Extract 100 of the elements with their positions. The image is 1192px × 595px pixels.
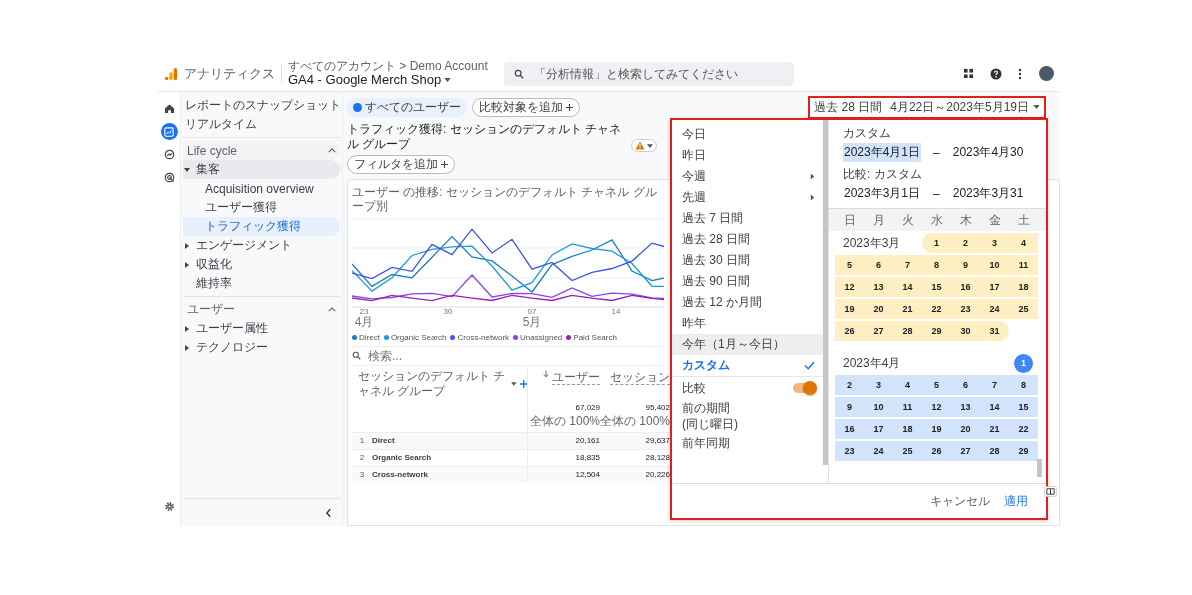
- apps-grid-icon[interactable]: [963, 68, 974, 79]
- column-header[interactable]: セッションのデフォルト チャネル グループ: [358, 369, 508, 399]
- reports-icon[interactable]: [160, 123, 178, 140]
- book-icon[interactable]: [1044, 486, 1057, 497]
- expand-arrow-icon[interactable]: [185, 242, 189, 249]
- sidebar-item[interactable]: 収益化: [196, 256, 232, 273]
- add-comparison-button[interactable]: 比較対象を追加: [472, 97, 580, 117]
- sidebar-item[interactable]: テクノロジー: [196, 339, 268, 356]
- expand-arrow-icon[interactable]: [184, 167, 190, 172]
- scrollbar[interactable]: [1037, 459, 1042, 477]
- sidebar-item[interactable]: レポートのスナップショット: [183, 96, 340, 115]
- calendar-day[interactable]: 27: [864, 321, 893, 341]
- calendar-day[interactable]: 1: [922, 233, 951, 253]
- calendar-day[interactable]: 16: [835, 419, 864, 439]
- calendar-day[interactable]: 3: [864, 375, 893, 395]
- calendar-day[interactable]: 24: [980, 299, 1009, 319]
- calendar-day[interactable]: 25: [893, 441, 922, 461]
- calendar-day[interactable]: 2: [835, 375, 864, 395]
- calendar-day[interactable]: 26: [922, 441, 951, 461]
- date-preset-item[interactable]: 過去 7 日間: [672, 208, 823, 229]
- calendar-day[interactable]: 29: [1009, 441, 1038, 461]
- calendar-day[interactable]: 19: [922, 419, 951, 439]
- calendar-day[interactable]: 11: [1009, 255, 1038, 275]
- calendar-day[interactable]: 22: [922, 299, 951, 319]
- calendar-day[interactable]: 14: [980, 397, 1009, 417]
- calendar-day[interactable]: 8: [922, 255, 951, 275]
- account-breadcrumb[interactable]: すべてのアカウント > Demo Account: [288, 59, 488, 73]
- calendar-day[interactable]: 14: [893, 277, 922, 297]
- date-preset-item[interactable]: 昨日: [672, 145, 823, 166]
- date-preset-item[interactable]: 今日: [672, 124, 823, 145]
- column-header[interactable]: ユーザー: [552, 369, 600, 386]
- calendar-day[interactable]: 24: [864, 441, 893, 461]
- calendar-day[interactable]: 28: [980, 441, 1009, 461]
- calendar-day[interactable]: 23: [951, 299, 980, 319]
- calendar-day[interactable]: 17: [864, 419, 893, 439]
- compare-toggle[interactable]: [793, 383, 815, 393]
- table-search-field[interactable]: 検索...: [366, 347, 490, 364]
- start-date-field[interactable]: 2023年3月1日: [843, 184, 922, 203]
- sidebar-section-header[interactable]: Life cycle: [183, 141, 340, 160]
- calendar-day[interactable]: 9: [835, 397, 864, 417]
- segment-chip[interactable]: すべてのユーザー: [347, 97, 467, 117]
- calendar-day[interactable]: 4: [1009, 233, 1038, 253]
- calendar-day[interactable]: 27: [951, 441, 980, 461]
- date-range-button[interactable]: 過去 28 日間 4月22日～2023年5月19日: [808, 95, 1046, 119]
- calendar-day[interactable]: 20: [864, 299, 893, 319]
- calendar-day[interactable]: 29: [922, 321, 951, 341]
- date-preset-item[interactable]: 過去 90 日間: [672, 271, 823, 292]
- date-preset-item[interactable]: 今週: [672, 166, 823, 187]
- add-dimension-icon[interactable]: [519, 379, 527, 388]
- calendar-day[interactable]: 15: [1009, 397, 1038, 417]
- calendar-day[interactable]: 11: [893, 397, 922, 417]
- calendar-day[interactable]: 2: [951, 233, 980, 253]
- date-preset-item[interactable]: 今年（1月～今日）: [672, 334, 823, 355]
- end-date-field[interactable]: 2023年4月30: [951, 143, 1025, 162]
- calendar-day[interactable]: 6: [951, 375, 980, 395]
- calendar-day[interactable]: 9: [951, 255, 980, 275]
- apply-button[interactable]: 適用: [1000, 489, 1032, 513]
- caret-icon[interactable]: [511, 381, 517, 386]
- calendar-day[interactable]: 22: [1009, 419, 1038, 439]
- date-preset-item[interactable]: 過去 30 日間: [672, 250, 823, 271]
- calendar-day[interactable]: 26: [835, 321, 864, 341]
- date-preset-item[interactable]: 先週: [672, 187, 823, 208]
- calendar-day[interactable]: 5: [922, 375, 951, 395]
- scrollbar[interactable]: [823, 120, 828, 465]
- sidebar-section-header[interactable]: ユーザー: [183, 300, 340, 319]
- compare-option[interactable]: 前の期間 (同じ曜日): [672, 399, 823, 435]
- calendar-day[interactable]: 17: [980, 277, 1009, 297]
- calendar-day[interactable]: 28: [893, 321, 922, 341]
- calendar-day[interactable]: 4: [893, 375, 922, 395]
- calendar-day[interactable]: 21: [893, 299, 922, 319]
- start-date-field[interactable]: 2023年4月1日: [843, 143, 922, 162]
- calendar-day[interactable]: 15: [922, 277, 951, 297]
- date-preset-item[interactable]: 昨年: [672, 313, 823, 334]
- calendar-day[interactable]: 23: [835, 441, 864, 461]
- property-selector[interactable]: GA4 - Google Merch Shop: [288, 72, 488, 88]
- calendar-day[interactable]: 18: [893, 419, 922, 439]
- warning-dropdown[interactable]: [631, 139, 657, 152]
- sidebar-item[interactable]: 集客: [196, 161, 220, 178]
- calendar-day[interactable]: 7: [980, 375, 1009, 395]
- calendar-day[interactable]: 19: [835, 299, 864, 319]
- calendar-day[interactable]: 10: [864, 397, 893, 417]
- sidebar-item[interactable]: ユーザー獲得: [183, 198, 340, 217]
- help-icon[interactable]: [990, 67, 1002, 80]
- date-preset-item[interactable]: カスタム: [672, 355, 823, 376]
- compare-option[interactable]: 前年同期: [672, 434, 823, 454]
- calendar-day[interactable]: 21: [980, 419, 1009, 439]
- calendar-day[interactable]: 8: [1009, 375, 1038, 395]
- sidebar-item[interactable]: リアルタイム: [183, 115, 340, 134]
- calendar-day[interactable]: 16: [951, 277, 980, 297]
- calendar-day[interactable]: 18: [1009, 277, 1038, 297]
- calendar-day[interactable]: 12: [835, 277, 864, 297]
- settings-icon[interactable]: [163, 501, 175, 512]
- calendar-day[interactable]: 30: [951, 321, 980, 341]
- calendar-day[interactable]: 5: [835, 255, 864, 275]
- calendar-day[interactable]: 6: [864, 255, 893, 275]
- calendar-day[interactable]: 7: [893, 255, 922, 275]
- end-date-field[interactable]: 2023年3月31: [951, 184, 1025, 203]
- cancel-button[interactable]: キャンセル: [926, 489, 994, 513]
- date-preset-item[interactable]: 過去 28 日間: [672, 229, 823, 250]
- calendar-day[interactable]: 1: [1014, 353, 1033, 373]
